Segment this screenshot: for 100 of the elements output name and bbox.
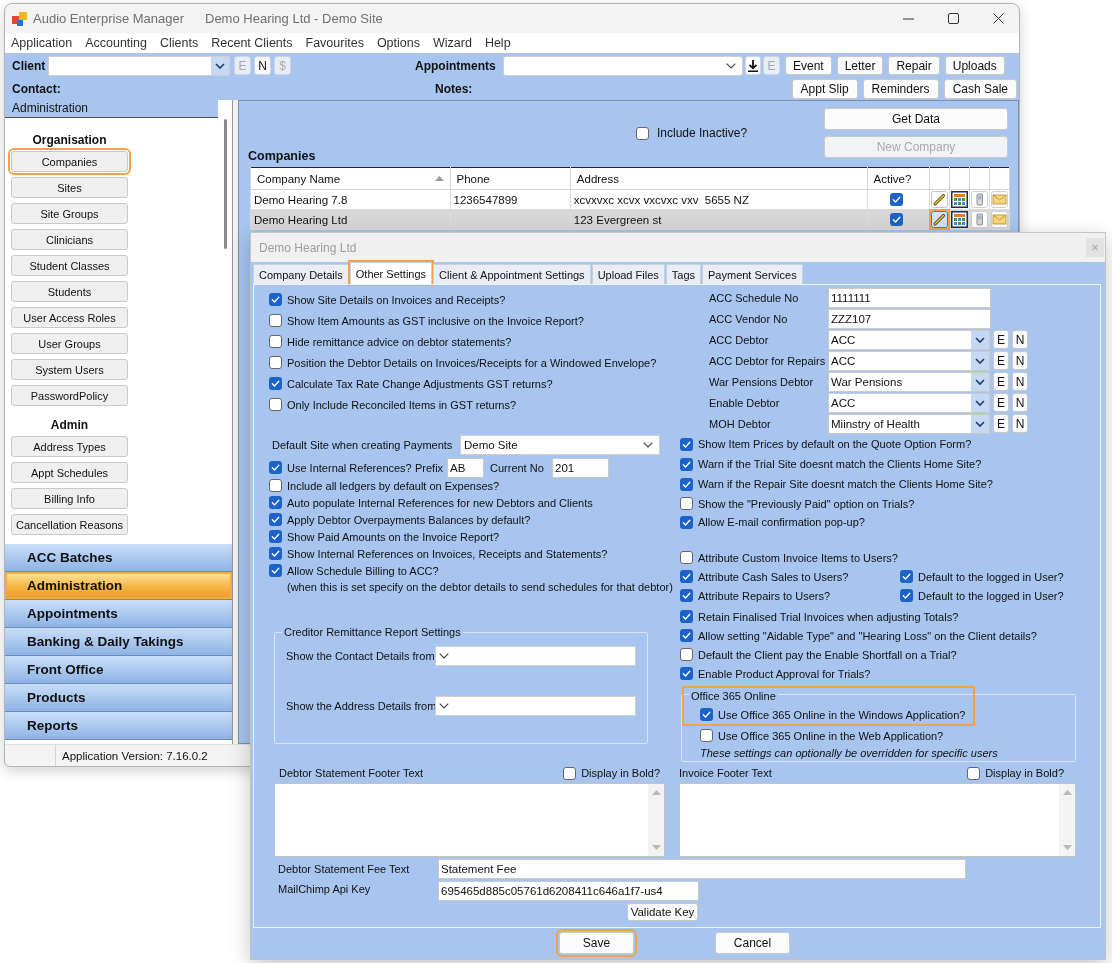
client-action-button[interactable]: N — [254, 56, 271, 75]
checkbox-label[interactable]: Display in Bold? — [581, 767, 660, 779]
calendar-icon[interactable] — [950, 191, 968, 208]
tab[interactable]: Payment Services — [702, 264, 803, 284]
checkbox[interactable] — [269, 461, 282, 474]
toolbar-button[interactable]: Cash Sale — [943, 79, 1017, 99]
text-field[interactable]: 1111111 — [828, 287, 991, 308]
sidebar-button[interactable]: System Users — [11, 359, 128, 380]
pencil-icon[interactable] — [930, 191, 948, 208]
nav-item[interactable]: Products — [5, 684, 232, 712]
toolbar-button[interactable]: Letter — [836, 56, 884, 75]
checkbox[interactable] — [680, 551, 693, 564]
checkbox[interactable] — [680, 589, 693, 602]
checkbox-label[interactable]: Enable Product Approval for Trials? — [698, 667, 871, 680]
checkbox[interactable] — [680, 629, 693, 642]
checkbox[interactable] — [269, 479, 282, 492]
sidebar-button[interactable]: Site Groups — [11, 203, 128, 224]
checkbox[interactable] — [900, 589, 913, 602]
checkbox-label[interactable]: Position the Debtor Details on Invoices/Receipts for a Windowed Envelope? — [287, 356, 657, 369]
scrollbar-thumb[interactable] — [224, 119, 227, 249]
debtor-dropdown[interactable]: ACC — [828, 329, 990, 350]
checkbox[interactable] — [269, 398, 282, 411]
nav-item[interactable]: Reports — [5, 712, 232, 740]
close-icon[interactable] — [993, 13, 1004, 24]
checkbox-label[interactable]: Default to the logged in User? — [918, 570, 1064, 583]
column-header[interactable]: Phone — [450, 167, 571, 190]
checkbox-label[interactable]: Show the "Previously Paid" option on Trials? — [698, 497, 915, 510]
sort-arrow-icon[interactable] — [434, 176, 444, 181]
calendar-icon[interactable] — [950, 211, 968, 228]
checkbox-label[interactable]: Only Include Reconciled Items in GST returns? — [287, 398, 517, 411]
checkbox[interactable] — [889, 213, 903, 226]
debtor-action-button[interactable]: N — [1012, 351, 1028, 370]
tab[interactable]: Company Details — [253, 264, 349, 284]
checkbox-label[interactable]: Include all ledgers by default on Expenses? — [287, 479, 500, 492]
nav-item[interactable]: Appointments — [5, 600, 232, 628]
checkbox[interactable] — [269, 513, 282, 526]
nav-item[interactable]: Front Office — [5, 656, 232, 684]
sidebar-button[interactable]: Address Types — [11, 436, 128, 457]
chevron-down-icon[interactable] — [439, 653, 449, 659]
nav-item[interactable]: Banking & Daily Takings — [5, 628, 232, 656]
checkbox[interactable] — [680, 477, 693, 491]
checkbox-label[interactable]: Include Inactive? — [657, 126, 748, 140]
checkbox-label[interactable]: Use Internal References? — [287, 461, 415, 474]
checkbox[interactable] — [269, 314, 282, 327]
tab[interactable]: Client & Appointment Settings — [433, 264, 591, 284]
debtor-dropdown[interactable]: ACC — [828, 392, 990, 413]
debtor-action-button[interactable]: E — [993, 330, 1009, 349]
toolbar-button[interactable]: Event — [785, 56, 832, 75]
checkbox[interactable] — [269, 335, 282, 348]
sidebar-button[interactable]: Clinicians — [11, 229, 128, 250]
debtor-action-button[interactable]: E — [993, 372, 1009, 391]
debtor-action-button[interactable]: E — [993, 393, 1009, 412]
checkbox-label[interactable]: Allow E-mail confirmation pop-up? — [698, 516, 865, 528]
checkbox-label[interactable]: Warn if the Trial Site doesnt match the Clients Home Site? — [698, 458, 982, 470]
tab[interactable]: Upload Files — [591, 264, 665, 284]
checkbox[interactable] — [680, 437, 693, 451]
checkbox[interactable] — [680, 497, 693, 510]
checkbox[interactable] — [680, 610, 693, 623]
checkbox[interactable] — [889, 193, 903, 206]
nav-item[interactable]: Administration — [5, 572, 232, 600]
checkbox-label[interactable]: Default the Client pay the Enable Shortfall on a Trial? — [698, 648, 957, 661]
validate-key-button[interactable]: Validate Key — [627, 903, 698, 921]
column-header[interactable]: Active? — [867, 167, 930, 190]
minimize-icon[interactable] — [903, 17, 914, 20]
debtor-dropdown[interactable]: War Pensions — [828, 371, 990, 392]
checkbox-label[interactable]: Allow setting "Aidable Type" and "Hearing Loss" on the Client details? — [698, 629, 1037, 642]
checkbox-label[interactable]: Attribute Custom Invoice Items to Users? — [698, 551, 898, 564]
pencil-icon[interactable] — [930, 211, 948, 228]
text-field[interactable]: Statement Fee — [438, 859, 966, 879]
chevron-down-icon[interactable] — [643, 442, 653, 448]
sidebar-button[interactable]: Sites — [11, 177, 128, 198]
dialog-button[interactable]: Save — [559, 932, 634, 954]
prefix-field[interactable]: AB — [447, 457, 484, 478]
sidebar-button[interactable]: Companies — [11, 151, 128, 172]
menu-item[interactable]: Wizard — [433, 36, 472, 50]
checkbox-label[interactable]: Show Paid Amounts on the Invoice Report? — [287, 530, 500, 543]
menu-item[interactable]: Help — [484, 36, 511, 50]
checkbox-label[interactable]: Show Item Amounts as GST inclusive on the Invoice Report? — [287, 314, 584, 327]
toolbar-button[interactable]: Reminders — [862, 79, 939, 99]
table-row[interactable]: Demo Hearing 7.8 1236547899 xcvxvxc xcvx vxcvxc vxv 5655 NZ — [250, 189, 1010, 210]
checkbox[interactable] — [680, 667, 693, 680]
sidebar-button[interactable]: Cancellation Reasons — [11, 514, 128, 535]
menu-item[interactable]: Recent Clients — [211, 36, 293, 50]
checkbox[interactable] — [680, 648, 693, 661]
checkbox[interactable] — [269, 547, 282, 560]
debtor-action-button[interactable]: E — [993, 351, 1009, 370]
chevron-down-icon[interactable] — [726, 62, 736, 69]
checkbox-label[interactable]: Calculate Tax Rate Change Adjustments GST returns? — [287, 377, 553, 390]
column-header[interactable]: Address — [570, 167, 868, 190]
menu-item[interactable]: Favourites — [305, 36, 364, 50]
checkbox[interactable] — [563, 766, 577, 780]
checkbox-label[interactable]: Show Internal References on Invoices, Receipts and Statements? — [287, 547, 608, 560]
checkbox-label[interactable]: Attribute Repairs to Users? — [698, 589, 831, 602]
checkbox[interactable] — [636, 126, 649, 140]
checkbox-label[interactable]: Attribute Cash Sales to Users? — [698, 570, 849, 583]
checkbox[interactable] — [269, 356, 282, 369]
chevron-down-icon[interactable] — [439, 703, 449, 709]
current-number-field[interactable]: 201 — [552, 457, 609, 478]
tab[interactable]: Other Settings — [349, 262, 433, 284]
toolbar-button[interactable]: Uploads — [944, 56, 1005, 75]
